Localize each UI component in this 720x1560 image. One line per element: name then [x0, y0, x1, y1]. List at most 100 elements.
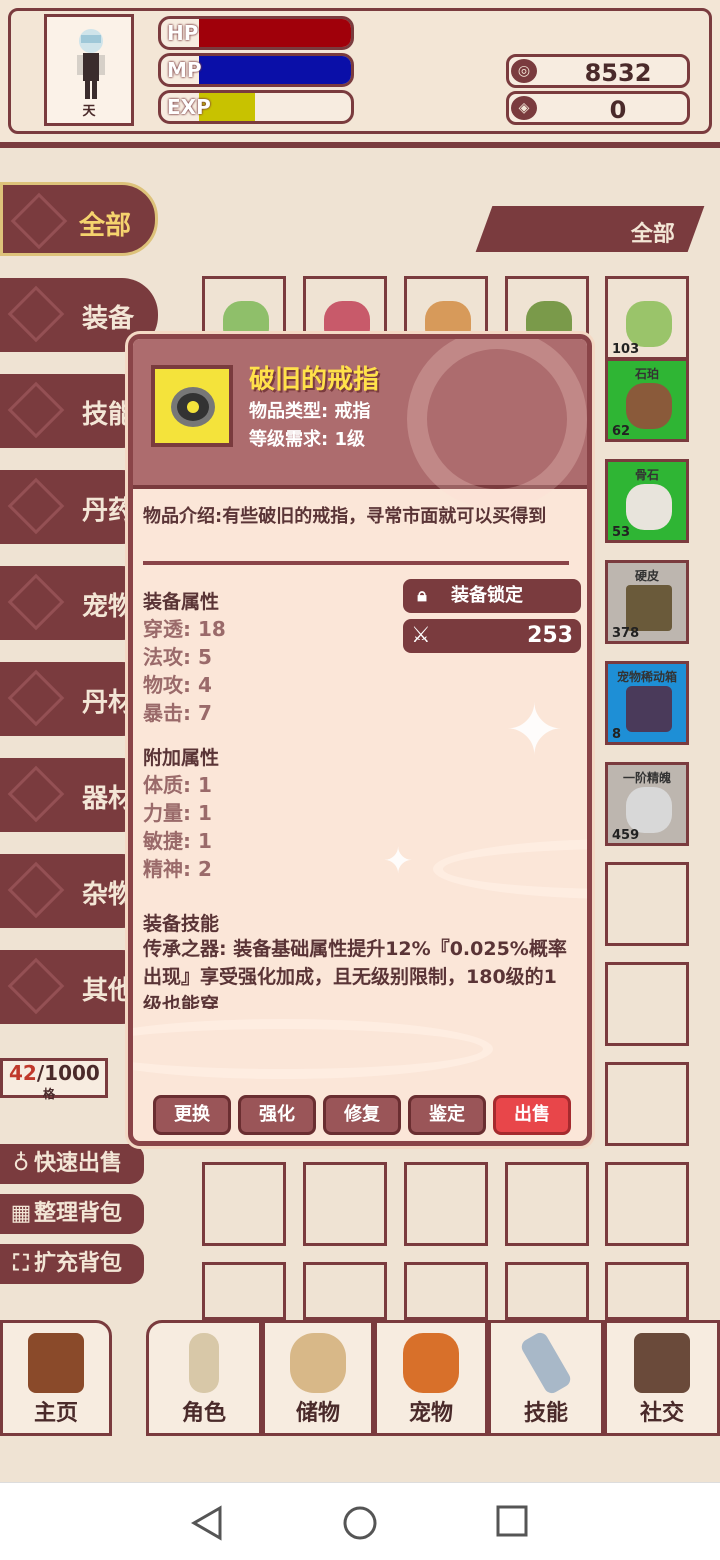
sparkle-icon: ✦ — [383, 841, 414, 882]
category-emblem-icon — [7, 765, 65, 823]
slot-label: 一阶精魄 — [622, 771, 671, 785]
equip-lock-label: 装备锁定 — [451, 585, 523, 606]
sack-icon — [290, 1333, 346, 1393]
player-avatar[interactable]: 天 — [44, 14, 134, 126]
nav-social[interactable]: 社交 — [604, 1320, 720, 1436]
inventory-slot-empty[interactable] — [404, 1162, 488, 1246]
slot-label: 宠物稀动箱 — [616, 670, 677, 684]
category-emblem-icon — [7, 669, 65, 727]
inventory-slot-empty[interactable] — [605, 962, 689, 1046]
extra-attr: 体质: 1 — [143, 773, 212, 797]
inventory-slot-empty[interactable] — [605, 862, 689, 946]
filter-tab-label: 全部 — [630, 222, 675, 247]
enhance-button[interactable]: 强化 — [238, 1095, 316, 1135]
inventory-slot[interactable]: 硬皮 378 — [605, 560, 689, 644]
equip-attr: 暴击: 7 — [143, 701, 212, 725]
category-emblem-icon — [7, 957, 65, 1015]
inventory-slot-empty[interactable] — [202, 1262, 286, 1320]
item-description: 物品介绍:有些破旧的戒指，寻常市面就可以买得到 — [143, 506, 547, 527]
sort-bag-label: 整理背包 — [34, 1201, 123, 1226]
sword-icon — [518, 1330, 574, 1396]
inventory-slot-empty[interactable] — [605, 1062, 689, 1146]
slot-qty: 378 — [612, 626, 640, 641]
nav-pets[interactable]: 宠物 — [374, 1320, 488, 1436]
expand-icon: ⛶ — [13, 1251, 29, 1276]
bag-unit: 格 — [43, 1087, 56, 1101]
category-label: 宠物 — [81, 592, 134, 622]
category-label: 装备 — [81, 304, 134, 334]
inventory-slot[interactable]: 103 — [605, 276, 689, 360]
inventory-slot[interactable]: 宠物稀动箱 8 — [605, 661, 689, 745]
quick-sell-button[interactable]: ♁ 快速出售 — [0, 1144, 144, 1184]
gem-icon: ◈ — [511, 96, 537, 120]
nav-home[interactable]: 主页 — [0, 1320, 112, 1436]
nav-character[interactable]: 角色 — [146, 1320, 262, 1436]
mp-fill — [199, 56, 351, 84]
bone-stone-icon — [626, 484, 672, 530]
inventory-slot[interactable]: 一阶精魄 459 — [605, 762, 689, 846]
category-label: 杂物 — [81, 880, 134, 910]
nav-storage[interactable]: 储物 — [262, 1320, 374, 1436]
slot-qty: 53 — [612, 525, 631, 540]
equip-skill-text: 传承之器: 装备基础属性提升12%『0.025%概率出现』享受强化加成，且无级别… — [143, 938, 567, 1009]
cloud-decoration — [433, 839, 587, 899]
hp-bar: HP — [158, 16, 354, 50]
appraise-button[interactable]: 鉴定 — [408, 1095, 486, 1135]
nav-home-label: 主页 — [33, 1401, 78, 1426]
category-emblem-icon — [7, 477, 65, 535]
durability-display: ⚔ 253 — [403, 619, 581, 653]
item-type: 物品类型: 戒指 — [249, 401, 371, 422]
expand-bag-label: 扩充背包 — [34, 1251, 123, 1276]
equip-attr-title: 装备属性 — [143, 591, 220, 613]
leaf-icon — [626, 301, 672, 347]
inventory-slot-empty[interactable] — [605, 1162, 689, 1246]
nav-social-label: 社交 — [639, 1401, 684, 1426]
category-all[interactable]: 全部 — [0, 182, 158, 256]
bag-capacity: 42/1000 格 — [0, 1058, 108, 1101]
replace-button[interactable]: 更换 — [153, 1095, 231, 1135]
back-icon[interactable] — [190, 1505, 224, 1541]
nav-storage-label: 储物 — [295, 1401, 340, 1426]
sort-bag-button[interactable]: ▦ 整理背包 — [0, 1194, 144, 1234]
crossed-swords-icon: ⚔ — [411, 623, 431, 648]
equip-attr: 物攻: 4 — [143, 673, 212, 697]
slot-qty: 8 — [612, 727, 622, 742]
house-icon — [28, 1333, 84, 1393]
category-label: 丹材 — [81, 688, 134, 718]
inventory-slot-empty[interactable] — [303, 1162, 387, 1246]
nav-character-label: 角色 — [181, 1401, 226, 1426]
equip-attr: 法攻: 5 — [143, 645, 212, 669]
money-bag-icon: ♁ — [12, 1151, 30, 1176]
hp-fill — [199, 19, 351, 47]
exp-bar: EXP — [158, 90, 354, 124]
sell-button[interactable]: 出售 — [493, 1095, 571, 1135]
recents-icon[interactable] — [496, 1505, 528, 1537]
inventory-slot-empty[interactable] — [303, 1262, 387, 1320]
equip-attr: 穿透: 18 — [143, 617, 226, 641]
slot-qty: 459 — [612, 828, 640, 843]
lock-icon: 🔒︎ — [417, 585, 427, 606]
inventory-slot-empty[interactable] — [505, 1262, 589, 1320]
nav-skills-label: 技能 — [523, 1401, 568, 1426]
equip-lock-button[interactable]: 🔒︎ 装备锁定 — [403, 579, 581, 613]
home-circle-icon[interactable] — [342, 1505, 378, 1541]
expand-bag-button[interactable]: ⛶ 扩充背包 — [0, 1244, 144, 1284]
inventory-slot[interactable]: 骨石 53 — [605, 459, 689, 543]
repair-button[interactable]: 修复 — [323, 1095, 401, 1135]
inventory-slot-empty[interactable] — [202, 1162, 286, 1246]
inventory-slot[interactable]: 石珀 62 — [605, 358, 689, 442]
gem-value: 0 — [609, 96, 627, 124]
extra-attr-title: 附加属性 — [143, 747, 220, 769]
inventory-slot-empty[interactable] — [605, 1262, 689, 1320]
spirit-essence-icon — [626, 787, 672, 833]
extra-attr: 敏捷: 1 — [143, 829, 212, 853]
mp-label: MP — [167, 58, 202, 82]
nav-skills[interactable]: 技能 — [488, 1320, 604, 1436]
inventory-slot-empty[interactable] — [505, 1162, 589, 1246]
category-emblem-icon — [7, 381, 65, 439]
inventory-slot-empty[interactable] — [404, 1262, 488, 1320]
character-portrait-icon — [77, 29, 105, 99]
filter-tab-all[interactable]: 全部 — [475, 206, 705, 252]
coin-value: 8532 — [584, 59, 652, 87]
character-icon — [189, 1333, 219, 1393]
